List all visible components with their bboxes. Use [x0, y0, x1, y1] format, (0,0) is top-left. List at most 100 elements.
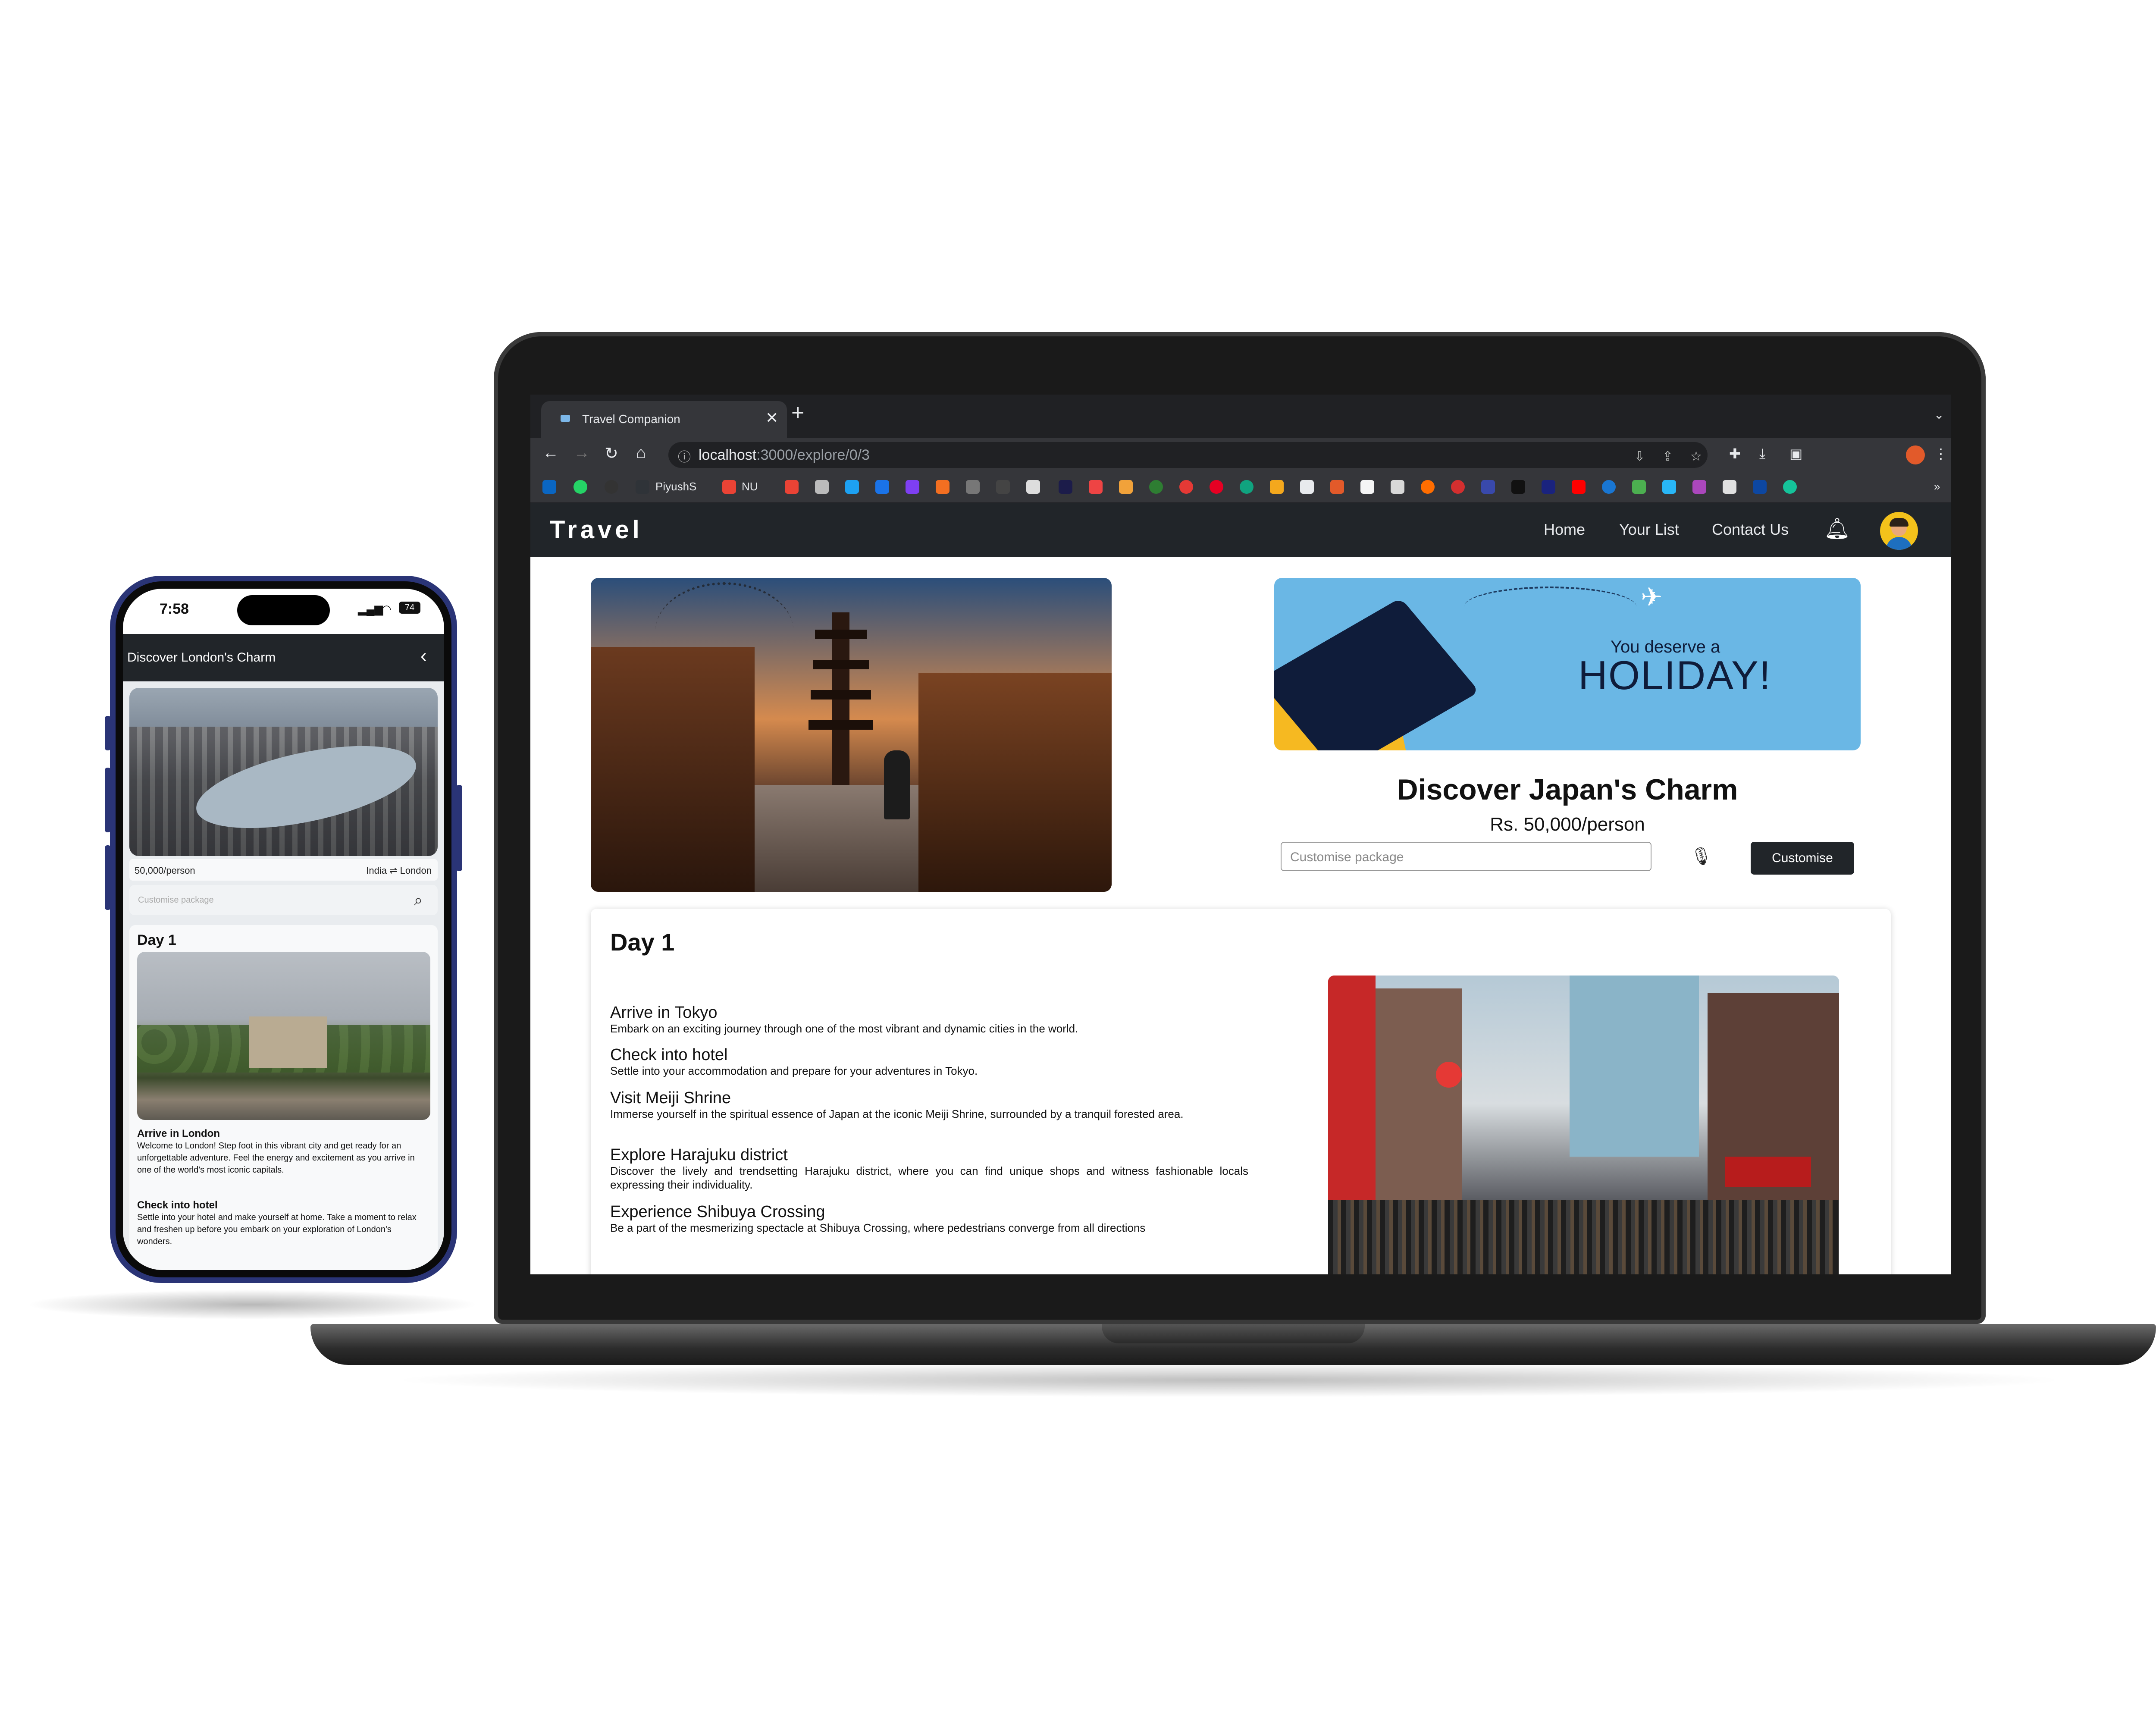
tab-search-chevron-icon[interactable]: ⌄ — [1934, 408, 1944, 422]
bookmark-icon[interactable] — [875, 480, 889, 494]
url-host: localhost — [699, 447, 757, 463]
wikipedia-bookmark-icon[interactable] — [1723, 480, 1736, 494]
tab-close-icon[interactable]: ✕ — [765, 409, 778, 427]
bookmark-icon[interactable] — [936, 480, 950, 494]
home-icon[interactable]: ⌂ — [636, 444, 646, 462]
bookmark-icon[interactable] — [1421, 480, 1435, 494]
customise-package-input[interactable]: Customise package — [1281, 842, 1651, 871]
itinerary-item-desc: Settle into your accommodation and prepa… — [610, 1064, 978, 1077]
bookmark-icon[interactable] — [1753, 480, 1767, 494]
bookmark-icon[interactable] — [815, 480, 829, 494]
search-icon[interactable]: ⌕ — [414, 891, 423, 910]
bookmark-icon[interactable] — [1481, 480, 1495, 494]
bookmark-icon[interactable] — [1300, 480, 1314, 494]
nav-link-home[interactable]: Home — [1544, 521, 1585, 539]
phone-price: 50,000/person — [135, 865, 195, 876]
bookmark-icon[interactable] — [996, 480, 1010, 494]
gmail-bookmark-icon[interactable] — [785, 480, 799, 494]
piyushs-bookmark-icon[interactable] — [636, 480, 649, 494]
gmail-bookmark-icon[interactable] — [722, 480, 736, 494]
grammarly-bookmark-icon[interactable] — [1783, 480, 1797, 494]
bookmark-icon[interactable] — [1542, 480, 1555, 494]
forward-arrow-icon[interactable]: → — [573, 444, 590, 462]
reload-icon[interactable]: ↻ — [605, 444, 618, 463]
phone-day-title: Day 1 — [137, 932, 176, 948]
kimono-people — [884, 750, 910, 819]
pagoda-roof — [808, 720, 873, 730]
laptop-shadow — [388, 1363, 2070, 1397]
avatar-hair — [1890, 518, 1908, 527]
phone-power-button — [456, 785, 462, 871]
bookmark-icon[interactable] — [1119, 480, 1133, 494]
laptop-screen: Travel Companion ✕ + ⌄ ← → ↻ ⌂ ⓘ localho… — [530, 395, 1951, 1274]
download-icon[interactable]: ⤓ — [1759, 445, 1765, 462]
bookmark-star-icon[interactable]: ☆ — [1690, 449, 1702, 464]
glass-tower — [1570, 976, 1699, 1157]
bookmark-icon[interactable] — [1270, 480, 1284, 494]
wooden-house-right — [918, 673, 1112, 892]
whatsapp-bookmark-icon[interactable] — [573, 480, 587, 494]
bookmark-icon[interactable] — [1692, 480, 1706, 494]
site-info-icon[interactable]: ⓘ — [678, 446, 691, 465]
extensions-puzzle-icon[interactable]: ✚ — [1729, 445, 1741, 462]
back-chevron-icon[interactable]: ‹ — [420, 645, 427, 667]
banner-title: HOLIDAY! — [1578, 652, 1771, 698]
shop-sign-left — [1328, 976, 1376, 1234]
bookmark-icon[interactable] — [966, 480, 980, 494]
crowd — [1328, 1200, 1839, 1274]
pinterest-bookmark-icon[interactable] — [1210, 480, 1223, 494]
install-app-icon[interactable]: ⇩ — [1634, 449, 1645, 464]
bookmark-icon[interactable] — [1360, 480, 1374, 494]
bookmark-icon[interactable] — [1179, 480, 1193, 494]
twitter-bookmark-icon[interactable] — [845, 480, 859, 494]
side-panel-icon[interactable]: ▣ — [1789, 445, 1802, 462]
profile-avatar-icon[interactable] — [1906, 445, 1925, 464]
bookmark-label[interactable]: PiyushS — [655, 480, 696, 493]
new-tab-button[interactable]: + — [791, 400, 804, 426]
browser-tab[interactable]: Travel Companion ✕ — [541, 401, 787, 438]
bookmark-icon[interactable] — [1662, 480, 1676, 494]
brand-logo[interactable]: Travel — [550, 515, 643, 544]
bell-icon[interactable]: 🔔︎ — [1824, 516, 1850, 541]
bookmark-label[interactable]: NU — [742, 480, 758, 493]
bookmark-icon[interactable] — [1511, 480, 1525, 494]
bookmark-icon[interactable] — [1602, 480, 1616, 494]
site-navbar: Travel Home Your List Contact Us 🔔︎ — [530, 503, 1951, 557]
castle — [249, 1016, 327, 1068]
bookmark-icon[interactable] — [1240, 480, 1253, 494]
nav-link-contact-us[interactable]: Contact Us — [1712, 521, 1789, 539]
customise-button[interactable]: Customise — [1751, 842, 1854, 875]
favicon-icon — [561, 415, 570, 422]
more-bookmarks-icon[interactable]: » — [1934, 480, 1940, 493]
tower-of-london-image — [137, 952, 430, 1120]
bookmark-icon[interactable] — [1026, 480, 1040, 494]
itinerary-item-title: Explore Harajuku district — [610, 1146, 788, 1164]
itinerary-item-title: Check into hotel — [610, 1046, 728, 1064]
github-bookmark-icon[interactable] — [605, 480, 618, 494]
bookmark-icon[interactable] — [1149, 480, 1163, 494]
bookmark-icon[interactable] — [1089, 480, 1103, 494]
bookmark-icon[interactable] — [1632, 480, 1646, 494]
bookmark-icon[interactable] — [1330, 480, 1344, 494]
itinerary-item-desc: Be a part of the mesmerizing spectacle a… — [610, 1221, 1146, 1234]
nav-link-your-list[interactable]: Your List — [1619, 521, 1679, 539]
youtube-bookmark-icon[interactable] — [1572, 480, 1586, 494]
linkedin-bookmark-icon[interactable] — [542, 480, 556, 494]
bookmark-icon[interactable] — [906, 480, 919, 494]
back-arrow-icon[interactable]: ← — [542, 444, 559, 462]
itinerary-item-title: Arrive in Tokyo — [610, 1004, 718, 1022]
phone-item-desc: Welcome to London! Step foot in this vib… — [137, 1141, 415, 1175]
bookmark-icon[interactable] — [1451, 480, 1465, 494]
building — [1376, 988, 1462, 1230]
wooden-house-left — [591, 647, 755, 892]
user-avatar[interactable] — [1880, 512, 1918, 550]
share-icon[interactable]: ⇪ — [1662, 449, 1673, 464]
bookmark-icon[interactable] — [1059, 480, 1072, 494]
microphone-icon[interactable]: 🎙︎ — [1690, 846, 1712, 866]
address-bar[interactable]: ⓘ localhost:3000/explore/0/3 ⇩ ⇪ ☆ — [668, 442, 1708, 468]
kebab-menu-icon[interactable]: ⋮ — [1934, 445, 1948, 462]
phone-search-input[interactable]: Customise package ⌕ — [129, 885, 438, 915]
phone-day-card: Day 1 Arrive in London Welcome to London… — [129, 925, 438, 1270]
bookmark-icon[interactable] — [1391, 480, 1404, 494]
shop-sign-right — [1725, 1157, 1811, 1187]
